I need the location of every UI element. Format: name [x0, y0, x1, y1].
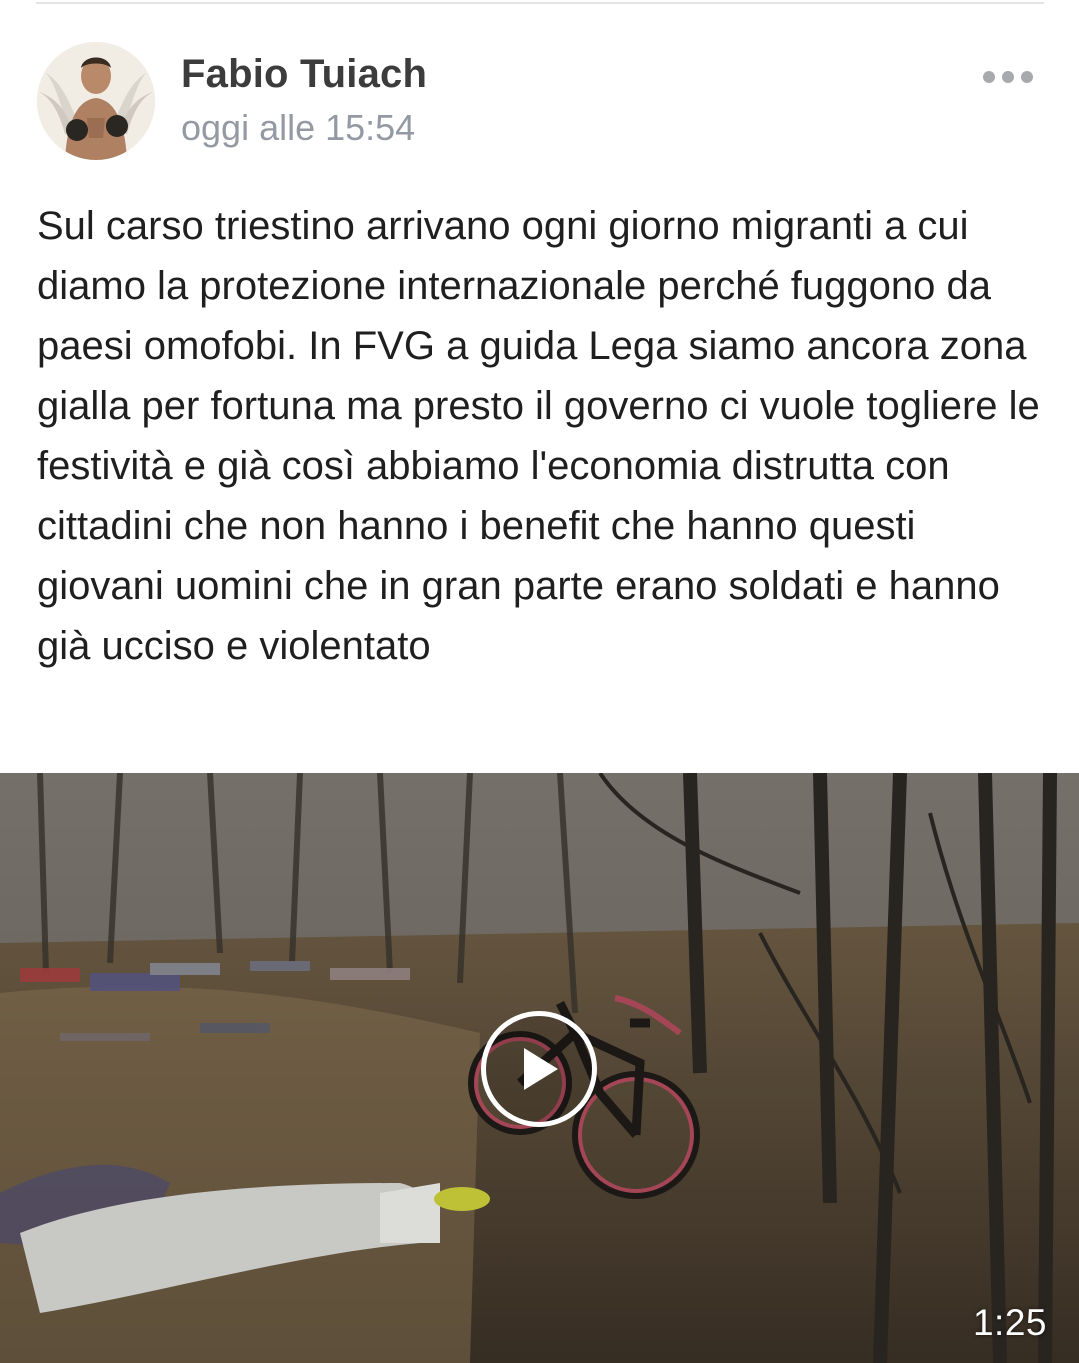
- post-text: Sul carso triestino arrivano ogni giorno…: [37, 204, 1040, 668]
- play-icon: [524, 1048, 558, 1090]
- play-button[interactable]: [481, 1011, 597, 1127]
- avatar-image: [37, 42, 155, 160]
- avatar[interactable]: [37, 42, 155, 160]
- more-horizontal-icon: [983, 71, 1033, 83]
- post-header: Fabio Tuiach oggi alle 15:54: [0, 0, 1079, 170]
- post-timestamp[interactable]: oggi alle 15:54: [181, 107, 415, 149]
- author-name[interactable]: Fabio Tuiach: [181, 52, 427, 97]
- video-duration: 1:25: [972, 1302, 1047, 1343]
- more-options-button[interactable]: [978, 60, 1038, 94]
